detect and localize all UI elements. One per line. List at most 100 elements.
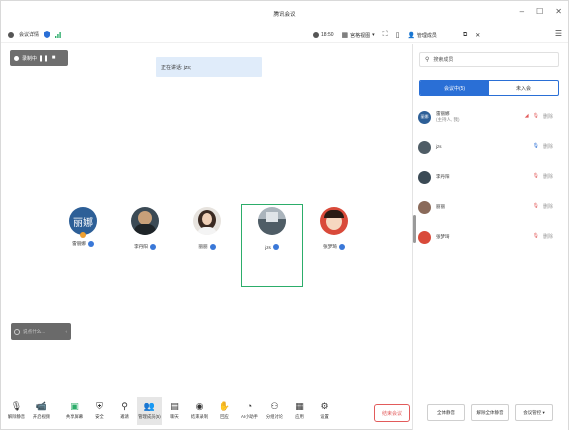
security-button[interactable]: ⛨ 安全 <box>87 401 112 420</box>
avatar <box>418 140 431 154</box>
mic-muted-icon: 🎙 <box>10 400 23 411</box>
mic-icon <box>338 244 345 250</box>
mic-icon <box>272 244 279 250</box>
chevron-down-icon: ▾ <box>372 32 375 38</box>
settings-label: 设置 <box>320 414 329 419</box>
chevron-left-icon[interactable]: ‹ <box>65 329 67 334</box>
title-bar: 腾讯会议 – ☐ ✕ <box>1 1 568 27</box>
participant-tile[interactable]: 丽娜 雷丽娜 <box>63 207 103 247</box>
chat-button[interactable]: ▤ 聊天 <box>162 401 187 420</box>
breakout-rooms-button[interactable]: ⚇ 分组讨论 <box>262 401 287 420</box>
clock-icon <box>313 32 319 38</box>
list-item[interactable]: 丽丽 🎙 删除 <box>413 192 569 222</box>
list-item[interactable]: 丽娜 雷丽娜 (主持人, 我) ◢ 🎙 删除 <box>413 102 569 132</box>
speaking-text: 正在讲话: jzs; <box>161 64 192 71</box>
settings-button[interactable]: ⚙ 设置 <box>312 401 337 420</box>
panel-scrollbar[interactable] <box>413 215 416 243</box>
record-icon <box>14 55 19 61</box>
list-item[interactable]: 张梦琦 🎙 删除 <box>413 222 569 252</box>
meeting-time: 18:50 <box>321 32 334 38</box>
manage-members-toggle[interactable]: 👤 管理成员 <box>407 32 437 39</box>
pause-recording-icon[interactable]: ❚❚ <box>38 54 48 63</box>
reaction-label: 回应 <box>220 414 229 419</box>
recording-indicator: 录制中 ❚❚ ■ <box>10 50 68 66</box>
apps-button[interactable]: ▦ 应用 <box>287 401 312 420</box>
participant-name: 丽丽 <box>198 244 208 249</box>
member-tag[interactable]: 删除 <box>543 233 553 240</box>
unmute-label: 解除静音 <box>7 414 26 419</box>
info-icon[interactable] <box>8 31 14 38</box>
emoji-icon[interactable] <box>14 328 20 335</box>
mic-icon <box>87 241 94 247</box>
video-off-icon[interactable]: ◢ <box>525 113 529 120</box>
participant-tile[interactable]: 李丹阳 <box>125 207 165 250</box>
meeting-control-button[interactable]: 会议管控 ▾ <box>515 404 553 421</box>
avatar <box>131 207 159 235</box>
list-item[interactable]: 李丹阳 🎙 删除 <box>413 162 569 192</box>
mic-icon <box>209 244 216 250</box>
panel-actions: 全体静音 解除全体静音 会议管控 ▾ <box>427 404 553 421</box>
list-item[interactable]: jzs 🎙 删除 <box>413 132 569 162</box>
apps-icon: ▦ <box>295 400 304 411</box>
share-screen-button[interactable]: ▣ 共享屏幕 <box>62 401 87 420</box>
member-tag[interactable]: 删除 <box>543 173 553 180</box>
mic-muted-icon[interactable]: 🎙 <box>533 203 539 210</box>
unmute-all-button[interactable]: 解除全体静音 <box>471 404 509 421</box>
reaction-button[interactable]: ✋ 回应 <box>212 401 237 420</box>
mute-all-button[interactable]: 全体静音 <box>427 404 465 421</box>
camera-off-icon: 📹 <box>35 400 48 411</box>
chat-label: 聊天 <box>170 414 179 419</box>
member-tag[interactable]: 删除 <box>543 143 553 150</box>
avatar <box>320 207 348 235</box>
speaking-banner: 正在讲话: jzs; <box>156 57 262 77</box>
participant-tile[interactable]: 张梦琦 <box>314 207 354 250</box>
maximize-icon[interactable]: ☐ <box>536 7 543 16</box>
manage-members-label: 管理成员 <box>416 32 437 39</box>
minimize-icon[interactable]: – <box>520 7 524 16</box>
window-mode-icon[interactable]: ▯ <box>396 31 400 39</box>
menu-icon[interactable]: ☰ <box>555 29 562 38</box>
fullscreen-icon[interactable]: ⛶ <box>383 31 388 39</box>
manage-members-button[interactable]: 👥 管理成员(5) <box>137 397 162 425</box>
ai-assistant-button[interactable]: ◔ AI小助手 <box>237 401 262 420</box>
chat-input[interactable]: 说点什么... ‹ <box>11 323 71 340</box>
invite-label: 邀请 <box>120 414 129 419</box>
view-switch[interactable]: ▦ 宫格视图 ▾ <box>342 31 375 39</box>
stop-recording-button[interactable]: ◉ 结束录制 <box>187 401 212 420</box>
view-label: 宫格视图 <box>350 32 371 39</box>
mic-muted-icon[interactable]: 🎙 <box>533 233 539 240</box>
record-stop-icon: ◉ <box>195 400 204 411</box>
member-name: jzs <box>436 144 442 149</box>
panel-close-icon[interactable]: ✕ <box>475 32 480 39</box>
unmute-button[interactable]: 🎙 解除静音 <box>4 401 29 420</box>
mic-muted-icon[interactable]: 🎙 <box>533 173 539 180</box>
member-search-input[interactable]: ⚲ 搜索成员 <box>419 52 559 67</box>
mic-icon[interactable]: 🎙 <box>533 143 539 150</box>
participant-name: 雷丽娜 <box>72 241 86 246</box>
participant-tile[interactable]: jzs <box>252 207 292 250</box>
person-icon: 👤 <box>407 32 415 39</box>
popout-icon[interactable]: ⧉ <box>463 32 467 39</box>
mic-muted-icon[interactable]: 🎙 <box>533 113 539 120</box>
grid-icon: ▦ <box>341 32 349 39</box>
avatar: 丽娜 <box>418 110 431 124</box>
member-tag[interactable]: 删除 <box>543 203 553 210</box>
ai-assistant-label: AI小助手 <box>241 414 258 419</box>
signal-icon[interactable] <box>55 31 61 38</box>
security-label: 安全 <box>95 414 104 419</box>
stop-recording-icon[interactable]: ■ <box>50 54 57 63</box>
close-icon[interactable]: ✕ <box>555 7 562 16</box>
participant-name: jzs <box>265 244 271 250</box>
end-meeting-button[interactable]: 结束会议 <box>374 404 410 422</box>
member-tag[interactable]: 删除 <box>543 113 553 120</box>
tab-in-meeting[interactable]: 会议中(5) <box>420 81 489 95</box>
tab-not-joined[interactable]: 未入会 <box>489 81 558 95</box>
meeting-info-link[interactable]: 会议详情 <box>19 31 39 38</box>
ai-icon: ◔ <box>246 401 253 411</box>
participant-tile[interactable]: 丽丽 <box>187 207 227 250</box>
search-icon: ⚲ <box>425 57 430 63</box>
invite-button[interactable]: ⚲ 邀请 <box>112 401 137 420</box>
shield-icon[interactable] <box>44 31 51 38</box>
start-video-button[interactable]: 📹 开启视频 <box>29 401 54 420</box>
avatar <box>418 200 431 214</box>
